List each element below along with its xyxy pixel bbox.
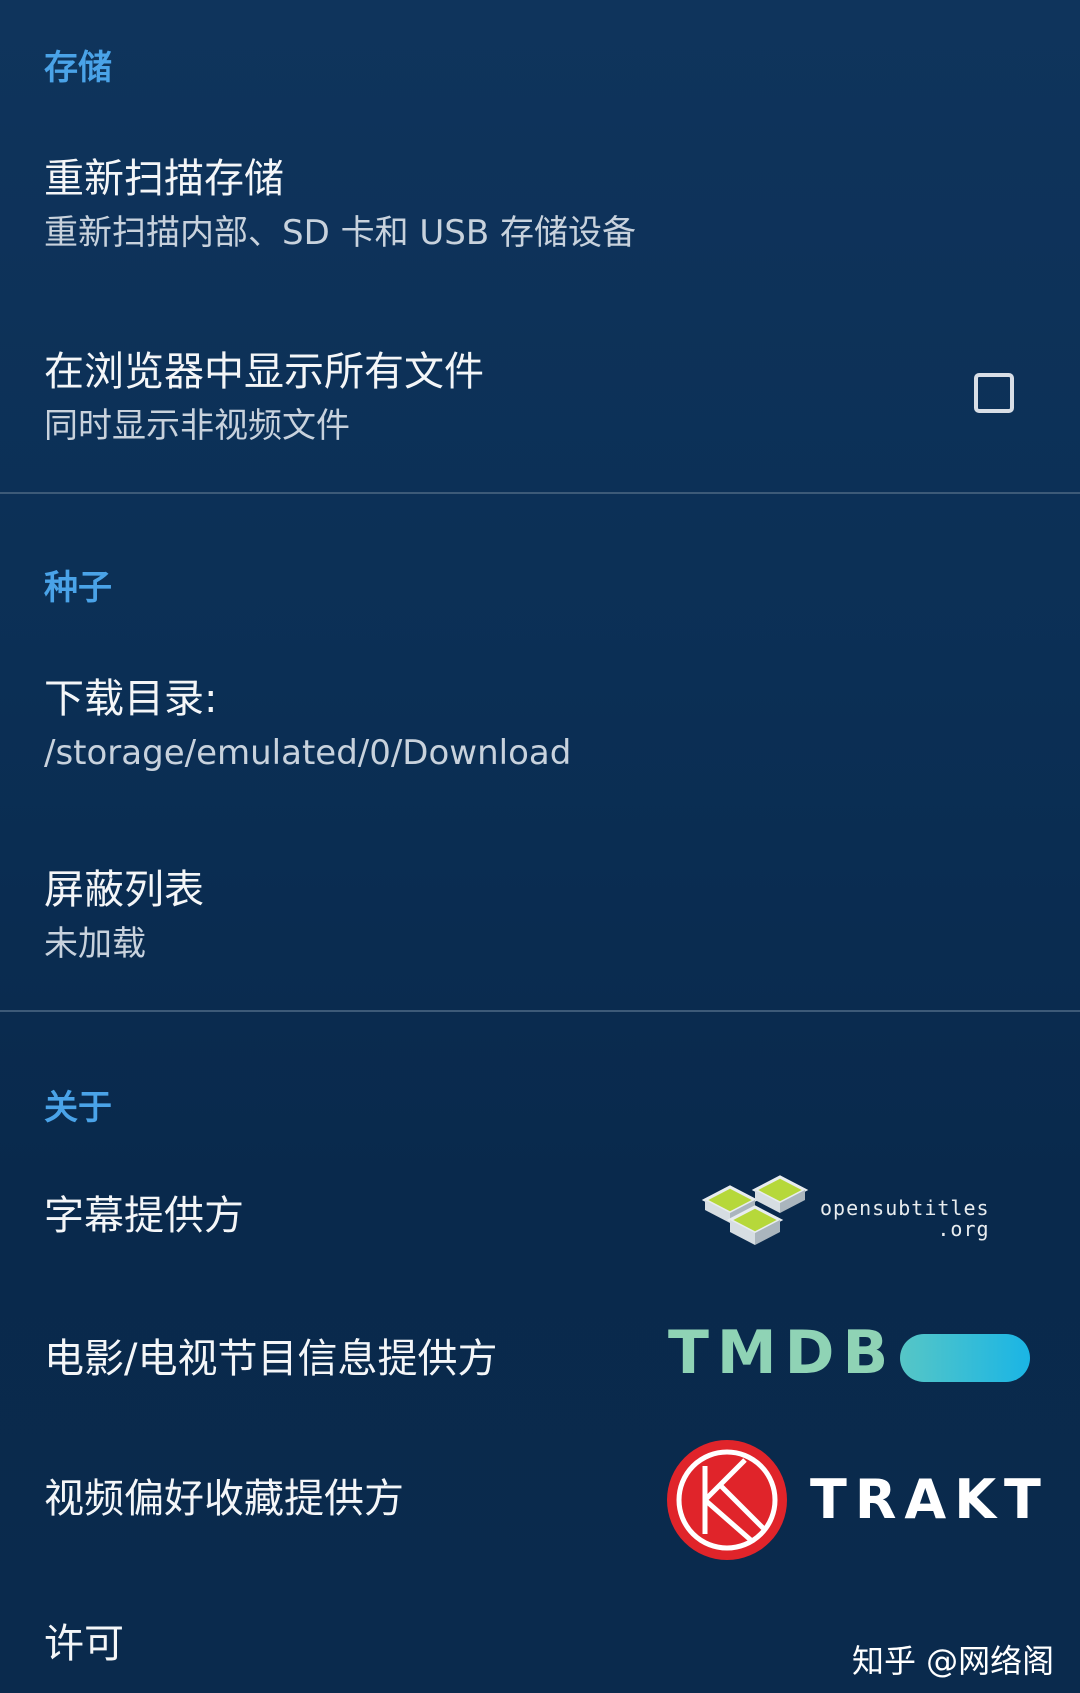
tmdb-logo[interactable]: TMDB: [668, 1318, 1038, 1398]
watermark-text: 知乎 @网络阁: [852, 1642, 1055, 1680]
section-header-torrent: 种子: [44, 568, 112, 608]
blocklist-item[interactable]: 屏蔽列表 未加载: [44, 866, 1080, 965]
opensubtitles-logo-domain: .org: [937, 1217, 990, 1241]
download-directory-title: 下载目录:: [44, 676, 218, 722]
download-directory-item[interactable]: 下载目录: /storage/emulated/0/Download: [44, 675, 1080, 774]
tmdb-logo-text: TMDB: [668, 1318, 897, 1388]
trakt-logo-text: TRAKT: [810, 1468, 1049, 1531]
blocklist-status: 未加载: [44, 924, 146, 964]
rescan-storage-item[interactable]: 重新扫描存储 重新扫描内部、SD 卡和 USB 存储设备: [44, 155, 1080, 254]
section-header-about: 关于: [44, 1088, 112, 1128]
show-all-files-title: 在浏览器中显示所有文件: [44, 349, 484, 395]
show-all-files-subtitle: 同时显示非视频文件: [44, 406, 350, 446]
opensubtitles-cubes-icon: [701, 1175, 809, 1245]
show-all-files-checkbox[interactable]: [974, 373, 1014, 413]
trakt-circle-icon: [667, 1440, 787, 1560]
divider: [0, 1010, 1080, 1012]
trakt-logo[interactable]: TRAKT: [665, 1438, 1045, 1563]
download-directory-path: /storage/emulated/0/Download: [44, 733, 572, 773]
blocklist-title: 屏蔽列表: [44, 867, 204, 913]
section-header-storage: 存储: [44, 48, 112, 88]
opensubtitles-logo-text: opensubtitles: [820, 1196, 990, 1220]
show-all-files-item[interactable]: 在浏览器中显示所有文件 同时显示非视频文件: [44, 348, 1080, 447]
rescan-storage-title: 重新扫描存储: [44, 156, 284, 202]
opensubtitles-logo[interactable]: opensubtitles .org: [700, 1170, 1010, 1260]
tmdb-pill-shape: [900, 1334, 1030, 1382]
rescan-storage-subtitle: 重新扫描内部、SD 卡和 USB 存储设备: [44, 213, 636, 253]
divider: [0, 492, 1080, 494]
